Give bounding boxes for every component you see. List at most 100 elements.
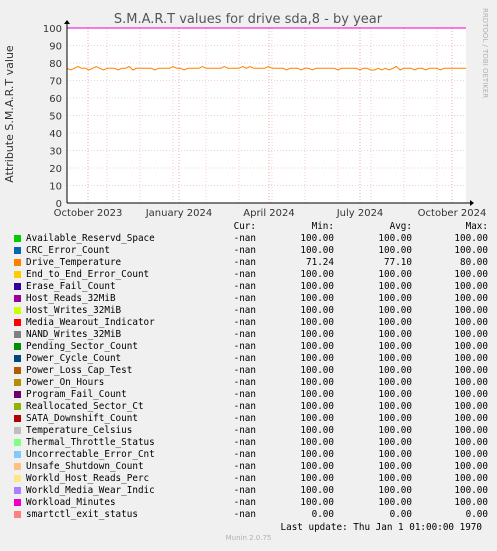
- legend-swatch: [14, 379, 21, 386]
- legend-min: 0.00: [311, 509, 334, 520]
- legend-cur: -nan: [233, 425, 256, 436]
- legend-min: 100.00: [300, 461, 334, 472]
- legend-max: 100.00: [454, 329, 488, 340]
- rrdtool-credit: RRDTOOL / TOBI OETIKER: [481, 8, 489, 98]
- legend-swatch: [14, 451, 21, 458]
- legend-cur: -nan: [233, 437, 256, 448]
- legend-min: 100.00: [300, 329, 334, 340]
- legend-avg: 100.00: [378, 401, 412, 412]
- legend-name: Thermal_Throttle_Status: [26, 437, 155, 448]
- y-tick-label: 80: [49, 59, 62, 70]
- legend-row: Media_Wearout_Indicator -nan 100.00 100.00 1…: [12, 317, 488, 329]
- legend-min: 100.00: [300, 233, 334, 244]
- legend-cur: -nan: [233, 485, 256, 496]
- legend-name: Workld_Host_Reads_Perc: [26, 473, 150, 484]
- x-tick-label: July 2024: [336, 208, 384, 219]
- legend-max: 100.00: [454, 269, 488, 280]
- y-tick-label: 90: [49, 42, 62, 53]
- legend-swatch: [14, 415, 21, 422]
- legend-max: 100.00: [454, 233, 488, 244]
- legend-max: 0.00: [465, 509, 488, 520]
- legend-name: Power_Cycle_Count: [26, 353, 122, 364]
- legend-swatch: [14, 487, 21, 494]
- y-tick-label: 40: [49, 129, 62, 140]
- legend-avg: 100.00: [378, 449, 412, 460]
- legend-cur: -nan: [233, 413, 256, 424]
- legend-cur: -nan: [233, 245, 256, 256]
- legend-avg: 100.00: [378, 485, 412, 496]
- legend-max: 100.00: [454, 305, 488, 316]
- legend-avg: 100.00: [378, 245, 412, 256]
- legend-max: 100.00: [454, 413, 488, 424]
- legend-min: 100.00: [300, 305, 334, 316]
- legend-cur: -nan: [233, 461, 256, 472]
- legend-min: 100.00: [300, 353, 334, 364]
- legend-name: Power_On_Hours: [26, 377, 105, 388]
- legend-max: 100.00: [454, 449, 488, 460]
- legend-swatch: [14, 259, 21, 266]
- legend-cur: -nan: [233, 329, 256, 340]
- legend-cur: -nan: [233, 305, 256, 316]
- legend-avg: 100.00: [378, 281, 412, 292]
- y-tick-label: 100: [43, 24, 62, 35]
- legend-min: 100.00: [300, 401, 334, 412]
- legend-cur: -nan: [233, 341, 256, 352]
- legend-name: Program_Fail_Count: [26, 389, 127, 400]
- chart: S.M.A.R.T values for drive sda,8 - by ye…: [3, 8, 489, 219]
- legend-row: Host_Writes_32MiB -nan 100.00 100.00 100.00: [12, 305, 488, 317]
- legend-row: Unsafe_Shutdown_Count -nan 100.00 100.00 100…: [12, 461, 488, 473]
- legend-max: 100.00: [454, 401, 488, 412]
- legend-header-avg: Avg:: [389, 221, 412, 232]
- legend-avg: 100.00: [378, 425, 412, 436]
- legend-swatch: [14, 355, 21, 362]
- legend-min: 100.00: [300, 281, 334, 292]
- legend-avg: 100.00: [378, 305, 412, 316]
- y-tick-label: 10: [49, 182, 62, 193]
- legend-cur: -nan: [233, 389, 256, 400]
- legend-name: Host_Reads_32MiB: [26, 293, 116, 304]
- legend-name: Reallocated_Sector_Ct: [26, 401, 144, 412]
- legend-min: 100.00: [300, 449, 334, 460]
- legend-cur: -nan: [233, 257, 256, 268]
- legend-swatch: [14, 439, 21, 446]
- legend-avg: 100.00: [378, 389, 412, 400]
- legend-avg: 77.10: [384, 257, 412, 268]
- legend-avg: 100.00: [378, 329, 412, 340]
- legend-name: NAND_Writes_32MiB: [26, 329, 122, 340]
- legend-swatch: [14, 499, 21, 506]
- legend-min: 100.00: [300, 425, 334, 436]
- legend-cur: -nan: [233, 233, 256, 244]
- legend-name: Workload_Minutes: [26, 497, 116, 508]
- legend-row: Workld_Media_Wear_Indic -nan 100.00 100.00 1…: [12, 485, 488, 497]
- legend-row: Pending_Sector_Count -nan 100.00 100.00 100.…: [12, 341, 488, 353]
- legend-swatch: [14, 319, 21, 326]
- legend-name: Workld_Media_Wear_Indic: [26, 485, 155, 496]
- legend-swatch: [14, 283, 21, 290]
- last-update: Last update: Thu Jan 1 01:00:00 1970: [280, 522, 483, 533]
- legend-row: Erase_Fail_Count -nan 100.00 100.00 100.00: [12, 281, 488, 293]
- legend-swatch: [14, 403, 21, 410]
- legend-avg: 100.00: [378, 293, 412, 304]
- legend-row: Power_Loss_Cap_Test -nan 100.00 100.00 100.0…: [12, 365, 488, 377]
- legend-swatch: [14, 247, 21, 254]
- y-tick-label: 30: [49, 147, 62, 158]
- legend-max: 100.00: [454, 389, 488, 400]
- y-axis-label: Attribute S.M.A.R.T value: [3, 45, 16, 183]
- legend-row: Available_Reservd_Space -nan 100.00 100.00 1…: [12, 233, 488, 245]
- y-tick-label: 20: [49, 164, 62, 175]
- legend-row: Uncorrectable_Error_Cnt -nan 100.00 100.00 1…: [12, 449, 488, 461]
- legend-max: 100.00: [454, 353, 488, 364]
- legend-swatch: [14, 295, 21, 302]
- y-axis-arrow: [64, 20, 70, 24]
- legend-max: 100.00: [454, 497, 488, 508]
- legend-max: 100.00: [454, 341, 488, 352]
- legend-row: Workld_Host_Reads_Perc -nan 100.00 100.00 10…: [12, 473, 488, 485]
- legend-row: SATA_Downshift_Count -nan 100.00 100.00 100.…: [12, 413, 488, 425]
- legend-name: Media_Wearout_Indicator: [26, 317, 155, 328]
- legend-swatch: [14, 343, 21, 350]
- legend-swatch: [14, 463, 21, 470]
- legend-max: 100.00: [454, 245, 488, 256]
- legend-name: End_to_End_Error_Count: [26, 269, 150, 280]
- legend-row: Program_Fail_Count -nan 100.00 100.00 100.00: [12, 389, 488, 401]
- legend-min: 100.00: [300, 245, 334, 256]
